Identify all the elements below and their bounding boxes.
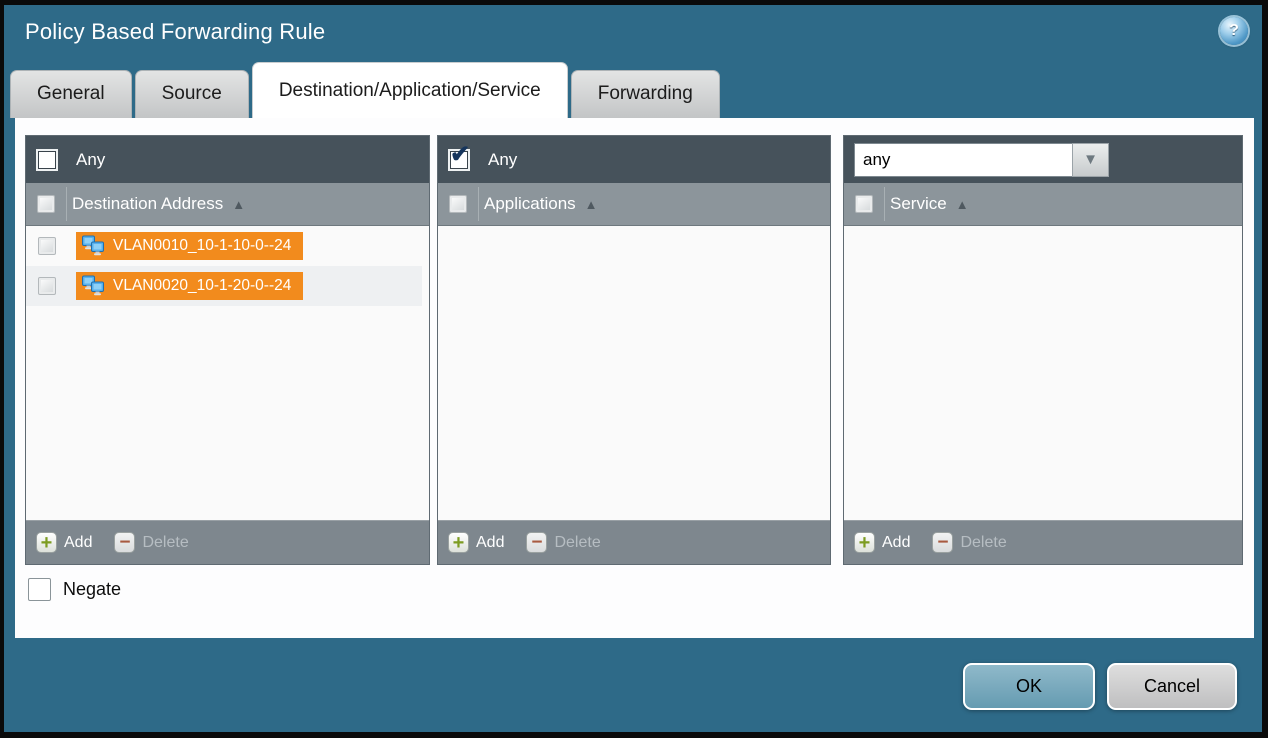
plus-icon: + — [36, 532, 57, 553]
dialog-title: Policy Based Forwarding Rule — [25, 19, 325, 45]
applications-any-checkbox[interactable]: ✔ — [448, 149, 470, 171]
dropdown-button[interactable]: ▼ — [1072, 143, 1109, 177]
service-dropdown-row: any ▼ — [844, 136, 1242, 183]
service-list — [844, 226, 1242, 520]
column-divider — [66, 187, 67, 221]
negate-label: Negate — [63, 579, 121, 600]
applications-toolbar: + Add − Delete — [438, 520, 830, 564]
service-column-header[interactable]: Service ▲ — [844, 183, 1242, 226]
destination-any-checkbox[interactable] — [36, 149, 58, 171]
service-type-value[interactable]: any — [854, 143, 1072, 177]
minus-icon: − — [114, 532, 135, 553]
destination-row-checkbox[interactable] — [38, 277, 56, 295]
applications-column-label: Applications — [484, 194, 576, 214]
service-panel: any ▼ Service ▲ + Add − — [843, 135, 1243, 565]
destination-column-label: Destination Address — [72, 194, 223, 214]
plus-icon: + — [448, 532, 469, 553]
ok-button[interactable]: OK — [963, 663, 1095, 710]
check-icon: ✔ — [450, 143, 470, 167]
destination-delete-button[interactable]: − Delete — [114, 532, 188, 553]
minus-icon: − — [526, 532, 547, 553]
service-type-dropdown[interactable]: any ▼ — [854, 143, 1109, 177]
applications-delete-button[interactable]: − Delete — [526, 532, 600, 553]
destination-row[interactable]: VLAN0020_10-1-20-0--24 — [26, 266, 422, 306]
applications-select-all-checkbox[interactable] — [449, 195, 467, 213]
negate-option: Negate — [28, 578, 121, 601]
tab-forwarding[interactable]: Forwarding — [571, 70, 720, 118]
destination-any-label: Any — [76, 150, 105, 170]
service-delete-button[interactable]: − Delete — [932, 532, 1006, 553]
address-label: VLAN0020_10-1-20-0--24 — [113, 277, 291, 295]
column-divider — [884, 187, 885, 221]
sort-asc-icon: ▲ — [585, 197, 598, 212]
service-select-all-checkbox[interactable] — [855, 195, 873, 213]
destination-toolbar: + Add − Delete — [26, 520, 429, 564]
applications-add-button[interactable]: + Add — [448, 532, 504, 553]
chevron-down-icon: ▼ — [1083, 151, 1098, 168]
sort-asc-icon: ▲ — [956, 197, 969, 212]
column-divider — [478, 187, 479, 221]
tab-bar: General Source Destination/Application/S… — [10, 62, 723, 118]
tab-destination-application-service[interactable]: Destination/Application/Service — [252, 62, 568, 118]
plus-icon: + — [854, 532, 875, 553]
sort-asc-icon: ▲ — [232, 197, 245, 212]
destination-select-all-checkbox[interactable] — [37, 195, 55, 213]
destination-list: VLAN0010_10-1-10-0--24 — [26, 226, 429, 520]
address-label: VLAN0010_10-1-10-0--24 — [113, 237, 291, 255]
address-chip[interactable]: VLAN0020_10-1-20-0--24 — [76, 272, 303, 300]
tab-source[interactable]: Source — [135, 70, 249, 118]
network-icon — [81, 275, 106, 298]
tab-content: Any Destination Address ▲ — [15, 118, 1254, 638]
policy-forwarding-dialog: Policy Based Forwarding Rule ? General S… — [4, 5, 1262, 732]
minus-icon: − — [932, 532, 953, 553]
service-add-button[interactable]: + Add — [854, 532, 910, 553]
negate-checkbox[interactable] — [28, 578, 51, 601]
cancel-button[interactable]: Cancel — [1107, 663, 1237, 710]
address-chip[interactable]: VLAN0010_10-1-10-0--24 — [76, 232, 303, 260]
applications-panel: ✔ Any Applications ▲ + Add − Delete — [437, 135, 831, 565]
applications-list — [438, 226, 830, 520]
applications-column-header[interactable]: Applications ▲ — [438, 183, 830, 226]
help-icon[interactable]: ? — [1220, 17, 1248, 45]
service-column-label: Service — [890, 194, 947, 214]
applications-any-label: Any — [488, 150, 517, 170]
service-toolbar: + Add − Delete — [844, 520, 1242, 564]
destination-row-checkbox[interactable] — [38, 237, 56, 255]
applications-any-row: ✔ Any — [438, 136, 830, 183]
destination-add-button[interactable]: + Add — [36, 532, 92, 553]
destination-any-row: Any — [26, 136, 429, 183]
destination-column-header[interactable]: Destination Address ▲ — [26, 183, 429, 226]
tab-general[interactable]: General — [10, 70, 132, 118]
destination-row[interactable]: VLAN0010_10-1-10-0--24 — [26, 226, 422, 266]
network-icon — [81, 235, 106, 258]
destination-address-panel: Any Destination Address ▲ — [25, 135, 430, 565]
